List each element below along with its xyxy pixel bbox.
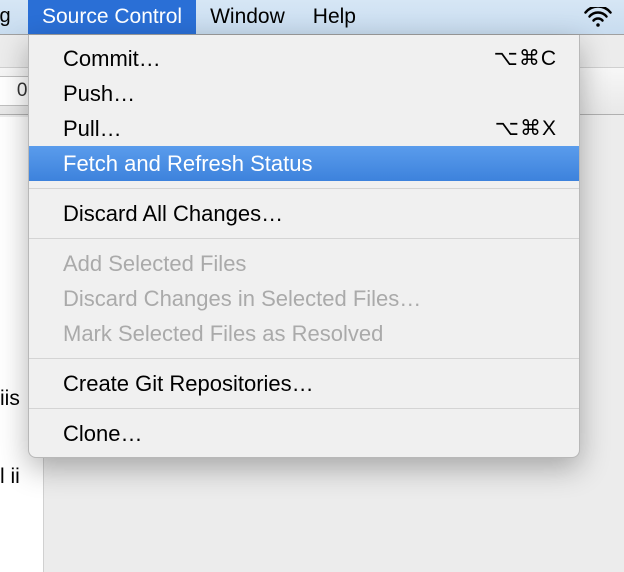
menu-item-add-selected: Add Selected Files [29,246,579,281]
menubar-item-help[interactable]: Help [299,0,370,34]
menu-item-label: Discard All Changes… [63,201,557,227]
menu-separator [29,238,579,239]
wifi-icon[interactable] [572,0,624,34]
menu-separator [29,408,579,409]
menu-item-label: Fetch and Refresh Status [63,151,557,177]
menu-item-label: Create Git Repositories… [63,371,557,397]
menu-item-mark-resolved: Mark Selected Files as Resolved [29,316,579,351]
dropdown-menu-source-control: Commit… ⌥⌘C Push… Pull… ⌥⌘X Fetch and Re… [28,35,580,458]
menu-item-create-repos[interactable]: Create Git Repositories… [29,366,579,401]
menu-item-label: Push… [63,81,557,107]
menu-item-commit[interactable]: Commit… ⌥⌘C [29,41,579,76]
bg-text1: iis [0,387,20,411]
menu-item-label: Pull… [63,116,495,142]
menubar-spacer [10,0,28,34]
menu-separator [29,188,579,189]
menu-item-label: Discard Changes in Selected Files… [63,286,557,312]
menu-item-label: Mark Selected Files as Resolved [63,321,557,347]
menu-item-push[interactable]: Push… [29,76,579,111]
menu-item-pull[interactable]: Pull… ⌥⌘X [29,111,579,146]
menu-item-label: Add Selected Files [63,251,557,277]
menubar-item-label: Window [210,5,285,29]
menu-item-label: Commit… [63,46,494,72]
menu-item-discard-selected: Discard Changes in Selected Files… [29,281,579,316]
menubar: g Source Control Window Help [0,0,624,35]
menu-item-discard-all[interactable]: Discard All Changes… [29,196,579,231]
menu-item-shortcut: ⌥⌘C [494,46,557,71]
menu-item-label: Clone… [63,421,557,447]
menu-item-shortcut: ⌥⌘X [495,116,557,141]
menu-separator [29,358,579,359]
menubar-item-label: Help [313,5,356,29]
menubar-item-source-control[interactable]: Source Control [28,0,196,34]
menubar-cut-prev: g [0,0,10,34]
menu-item-clone[interactable]: Clone… [29,416,579,451]
menubar-item-label: Source Control [42,5,182,29]
menu-item-fetch-refresh[interactable]: Fetch and Refresh Status [29,146,579,181]
bg-text2: l ii [0,465,20,489]
menubar-flex [370,0,572,34]
menubar-item-window[interactable]: Window [196,0,299,34]
